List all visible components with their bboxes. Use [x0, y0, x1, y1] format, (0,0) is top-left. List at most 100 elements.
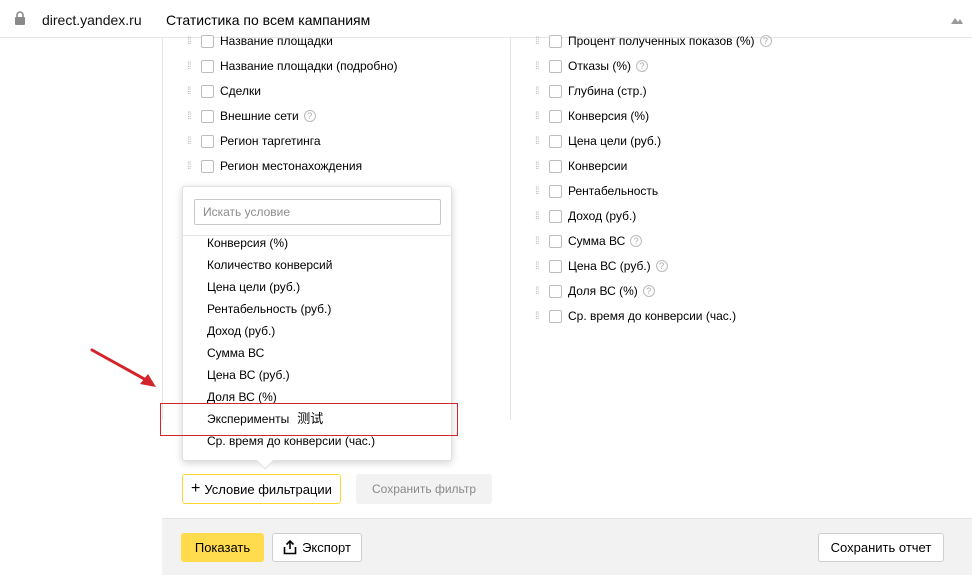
drag-handle-icon[interactable]: ⁞⁞ — [187, 111, 201, 122]
column-option-row[interactable]: ⁞⁞ Конверсия (%) — [535, 106, 649, 126]
column-option-label: Доход (руб.) — [568, 209, 637, 223]
help-icon[interactable]: ? — [636, 60, 649, 72]
column-option-row[interactable]: ⁞⁞ Название площадки (подробно) — [187, 56, 398, 76]
page-title: Статистика по всем кампаниям — [166, 12, 371, 28]
condition-search-input[interactable] — [194, 199, 441, 225]
column-option-row[interactable]: ⁞⁞ Конверсии — [535, 156, 627, 176]
annotation-arrow-icon — [90, 348, 156, 387]
column-option-row[interactable]: ⁞⁞ Отказы (%)? — [535, 56, 649, 76]
column-checkbox[interactable] — [549, 34, 562, 48]
drag-handle-icon[interactable]: ⁞⁞ — [535, 261, 549, 272]
column-checkbox[interactable] — [549, 209, 562, 223]
column-checkbox[interactable] — [549, 309, 562, 323]
drag-handle-icon[interactable]: ⁞⁞ — [535, 136, 549, 147]
column-option-row[interactable]: ⁞⁞ Сделки — [187, 81, 261, 101]
add-filter-condition-label: Условие фильтрации — [204, 481, 332, 497]
column-option-row[interactable]: ⁞⁞ Цена цели (руб.) — [535, 131, 661, 151]
column-checkbox[interactable] — [201, 159, 214, 173]
plus-icon: + — [191, 480, 201, 497]
column-option-row[interactable]: ⁞⁞ Регион местонахождения — [187, 156, 362, 176]
column-checkbox[interactable] — [549, 84, 562, 98]
column-option-label: Цена ВС (руб.) — [568, 259, 651, 273]
column-option-row[interactable]: ⁞⁞ Ср. время до конверсии (час.) — [535, 306, 736, 326]
column-option-row[interactable]: ⁞⁞ Процент полученных показов (%)? — [535, 31, 772, 51]
column-option-label: Регион местонахождения — [220, 159, 363, 173]
column-option-row[interactable]: ⁞⁞ Сумма ВС? — [535, 231, 643, 251]
bottom-toolbar: Показать Экспорт Сохранить отчет — [162, 518, 972, 575]
column-checkbox[interactable] — [201, 34, 214, 48]
column-checkbox[interactable] — [549, 109, 562, 123]
export-label: Экспорт — [302, 540, 351, 555]
condition-option[interactable]: Сумма ВС — [207, 344, 264, 362]
drag-handle-icon[interactable]: ⁞⁞ — [187, 36, 201, 47]
column-option-label: Рентабельность — [568, 184, 659, 198]
condition-option-label: Доля ВС (%) — [207, 390, 277, 404]
lock-icon — [14, 11, 26, 28]
column-option-label: Цена цели (руб.) — [568, 134, 662, 148]
save-report-button[interactable]: Сохранить отчет — [818, 533, 944, 562]
condition-option-label: Конверсия (%) — [207, 236, 289, 250]
condition-option-label: Доход (руб.) — [207, 324, 276, 338]
column-option-row[interactable]: ⁞⁞ Название площадки — [187, 31, 333, 51]
column-option-label: Конверсия (%) — [568, 109, 650, 123]
help-icon[interactable]: ? — [642, 285, 655, 297]
save-filter-label: Сохранить фильтр — [371, 482, 477, 496]
url-domain[interactable]: direct.yandex.ru — [42, 12, 142, 28]
column-checkbox[interactable] — [201, 109, 214, 123]
condition-option[interactable]: Цена цели (руб.) — [207, 278, 300, 296]
column-checkbox[interactable] — [549, 284, 562, 298]
column-checkbox[interactable] — [549, 184, 562, 198]
condition-option-label: Сумма ВС — [207, 346, 265, 360]
column-option-row[interactable]: ⁞⁞ Доход (руб.) — [535, 206, 636, 226]
drag-handle-icon[interactable]: ⁞⁞ — [535, 186, 549, 197]
column-option-label: Сделки — [220, 84, 261, 98]
column-checkbox[interactable] — [201, 59, 214, 73]
column-option-row[interactable]: ⁞⁞ Регион таргетинга — [187, 131, 321, 151]
condition-option[interactable]: Количество конверсий — [207, 256, 332, 274]
column-checkbox[interactable] — [549, 59, 562, 73]
column-checkbox[interactable] — [549, 234, 562, 248]
condition-option[interactable]: Доход (руб.) — [207, 322, 275, 340]
column-checkbox[interactable] — [549, 134, 562, 148]
column-option-label: Процент полученных показов (%) — [568, 34, 755, 48]
drag-handle-icon[interactable]: ⁞⁞ — [535, 36, 549, 47]
drag-handle-icon[interactable]: ⁞⁞ — [535, 61, 549, 72]
help-icon[interactable]: ? — [630, 235, 643, 247]
condition-option[interactable]: Рентабельность (руб.) — [207, 300, 331, 318]
column-option-row[interactable]: ⁞⁞ Глубина (стр.) — [535, 81, 647, 101]
column-option-row[interactable]: ⁞⁞ Цена ВС (руб.)? — [535, 256, 668, 276]
add-filter-condition-button[interactable]: + Условие фильтрации — [182, 474, 341, 504]
drag-handle-icon[interactable]: ⁞⁞ — [535, 86, 549, 97]
drag-handle-icon[interactable]: ⁞⁞ — [187, 61, 201, 72]
column-option-label: Внешние сети — [220, 109, 299, 123]
drag-handle-icon[interactable]: ⁞⁞ — [535, 236, 549, 247]
drag-handle-icon[interactable]: ⁞⁞ — [187, 161, 201, 172]
drag-handle-icon[interactable]: ⁞⁞ — [535, 111, 549, 122]
column-option-row[interactable]: ⁞⁞ Рентабельность — [535, 181, 658, 201]
condition-option[interactable]: Конверсия (%) — [207, 234, 288, 252]
column-option-label: Сумма ВС — [568, 234, 626, 248]
column-checkbox[interactable] — [549, 159, 562, 173]
drag-handle-icon[interactable]: ⁞⁞ — [535, 286, 549, 297]
help-icon[interactable]: ? — [303, 110, 316, 122]
column-checkbox[interactable] — [549, 259, 562, 273]
drag-handle-icon[interactable]: ⁞⁞ — [535, 311, 549, 322]
condition-option[interactable]: Цена ВС (руб.) — [207, 366, 290, 384]
column-option-row[interactable]: ⁞⁞ Доля ВС (%)? — [535, 281, 655, 301]
highlight-frame — [160, 403, 458, 436]
export-button[interactable]: Экспорт — [272, 533, 362, 562]
column-checkbox[interactable] — [201, 84, 214, 98]
column-option-label: Ср. время до конверсии (час.) — [568, 309, 737, 323]
help-icon[interactable]: ? — [759, 35, 772, 47]
show-button[interactable]: Показать — [181, 533, 264, 562]
extension-icon[interactable] — [950, 14, 964, 28]
drag-handle-icon[interactable]: ⁞⁞ — [187, 86, 201, 97]
save-filter-button[interactable]: Сохранить фильтр — [356, 474, 492, 504]
help-icon[interactable]: ? — [655, 260, 668, 272]
column-checkbox[interactable] — [201, 134, 214, 148]
column-option-row[interactable]: ⁞⁞ Внешние сети? — [187, 106, 316, 126]
drag-handle-icon[interactable]: ⁞⁞ — [187, 136, 201, 147]
drag-handle-icon[interactable]: ⁞⁞ — [535, 161, 549, 172]
drag-handle-icon[interactable]: ⁞⁞ — [535, 211, 549, 222]
condition-option-label: Цена цели (руб.) — [207, 280, 301, 294]
